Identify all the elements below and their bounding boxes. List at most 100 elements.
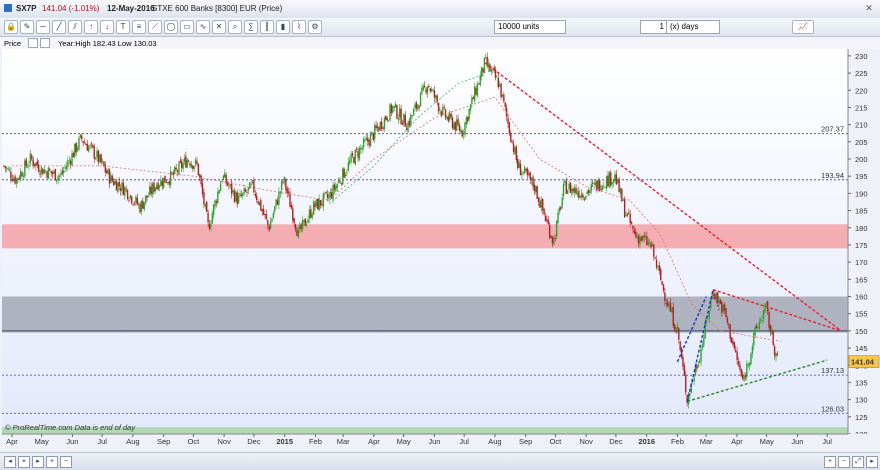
candle-body — [407, 122, 409, 132]
cursor-icon[interactable]: ⌖ — [18, 456, 30, 468]
level-label: 137.13 — [821, 366, 844, 375]
candle-body — [698, 360, 701, 364]
candle-body — [537, 198, 540, 202]
candle-body — [193, 166, 195, 169]
footer-text: © ProRealTime.com Data is end of day — [5, 423, 136, 432]
candle-body — [704, 321, 706, 339]
candle-body — [242, 192, 244, 197]
candle-body — [455, 119, 458, 131]
candle-body — [530, 177, 533, 181]
candle-body — [337, 179, 340, 184]
x-tick-label: 2015 — [276, 437, 293, 446]
candle-body — [305, 224, 308, 226]
candle-body — [660, 269, 662, 281]
x-tick-label: Jul — [459, 437, 469, 446]
x-tick-label: Dec — [609, 437, 623, 446]
candle-body — [46, 171, 48, 178]
candle-body — [230, 182, 233, 194]
candle-body — [454, 121, 456, 131]
x-tick-label: May — [760, 437, 774, 446]
candle-body — [679, 341, 681, 351]
candle-body — [644, 236, 647, 238]
candle-body — [304, 218, 306, 226]
zoom-in-icon[interactable]: + — [46, 456, 58, 468]
candle-body — [293, 218, 295, 223]
candle-body — [106, 170, 108, 174]
candle-body — [465, 117, 468, 125]
zoom-out-icon[interactable]: − — [838, 456, 850, 468]
x-tick-label: Apr — [6, 437, 18, 446]
candle-body — [264, 213, 266, 215]
candle-body — [515, 146, 518, 161]
x-tick-label: Apr — [731, 437, 743, 446]
candle-body — [678, 328, 680, 340]
candle-body — [446, 116, 448, 120]
candle-body — [428, 85, 430, 88]
candle-body — [655, 260, 658, 268]
scroll-left-icon[interactable]: ◂ — [4, 456, 16, 468]
candle-body — [561, 197, 563, 208]
candle-body — [307, 219, 309, 223]
candle-body — [535, 185, 537, 193]
zoom-out-icon[interactable]: − — [60, 456, 72, 468]
price-chart[interactable]: 207.37193.94137.13126.031201251301351401… — [0, 0, 880, 469]
candle-body — [719, 299, 722, 304]
candle-body — [450, 113, 452, 118]
candle-body — [368, 140, 370, 146]
candle-body — [239, 193, 241, 196]
scroll-end-icon[interactable]: ▸ — [866, 456, 878, 468]
candle-body — [56, 179, 58, 182]
candle-body — [168, 181, 170, 185]
candle-body — [83, 142, 86, 144]
candle-body — [214, 200, 216, 207]
candle-body — [575, 187, 577, 194]
candle-body — [343, 168, 345, 178]
candle-body — [146, 195, 148, 198]
candle-body — [401, 122, 404, 125]
scroll-right-icon[interactable]: ▸ — [32, 456, 44, 468]
candle-body — [554, 238, 556, 239]
candle-body — [212, 204, 215, 215]
candle-body — [421, 87, 423, 94]
candle-body — [439, 109, 441, 111]
candle-body — [578, 190, 580, 198]
candle-body — [40, 166, 43, 174]
candle-body — [297, 228, 300, 238]
candle-body — [218, 190, 220, 194]
candle-body — [94, 158, 97, 160]
candle-body — [328, 195, 330, 199]
zoom-in-icon[interactable]: + — [824, 456, 836, 468]
candle-body — [171, 172, 173, 174]
candle-body — [557, 212, 559, 223]
candle-body — [276, 200, 279, 205]
candle-body — [178, 162, 180, 175]
candle-body — [375, 125, 377, 129]
fit-icon[interactable]: ⤢ — [852, 456, 864, 468]
candle-body — [143, 202, 145, 210]
candle-body — [657, 265, 659, 267]
candle-body — [251, 180, 254, 183]
candle-body — [376, 126, 379, 128]
candle-body — [194, 159, 197, 165]
candle-body — [743, 376, 745, 381]
candle-body — [498, 84, 501, 87]
candle-body — [229, 184, 232, 186]
candle-body — [236, 192, 238, 205]
candle-body — [672, 306, 674, 326]
candle-body — [551, 236, 554, 243]
candle-body — [417, 104, 419, 110]
candle-body — [17, 178, 19, 180]
candle-body — [426, 86, 429, 94]
candle-body — [311, 214, 313, 218]
candle-body — [726, 317, 729, 323]
candle-body — [371, 131, 373, 134]
candle-body — [478, 83, 480, 85]
candle-body — [228, 185, 230, 187]
candle-body — [437, 103, 440, 112]
candle-body — [628, 212, 630, 214]
candle-body — [150, 186, 152, 194]
candle-body — [501, 94, 504, 97]
candle-body — [294, 224, 297, 230]
candle-body — [775, 353, 777, 358]
candle-body — [201, 183, 204, 195]
